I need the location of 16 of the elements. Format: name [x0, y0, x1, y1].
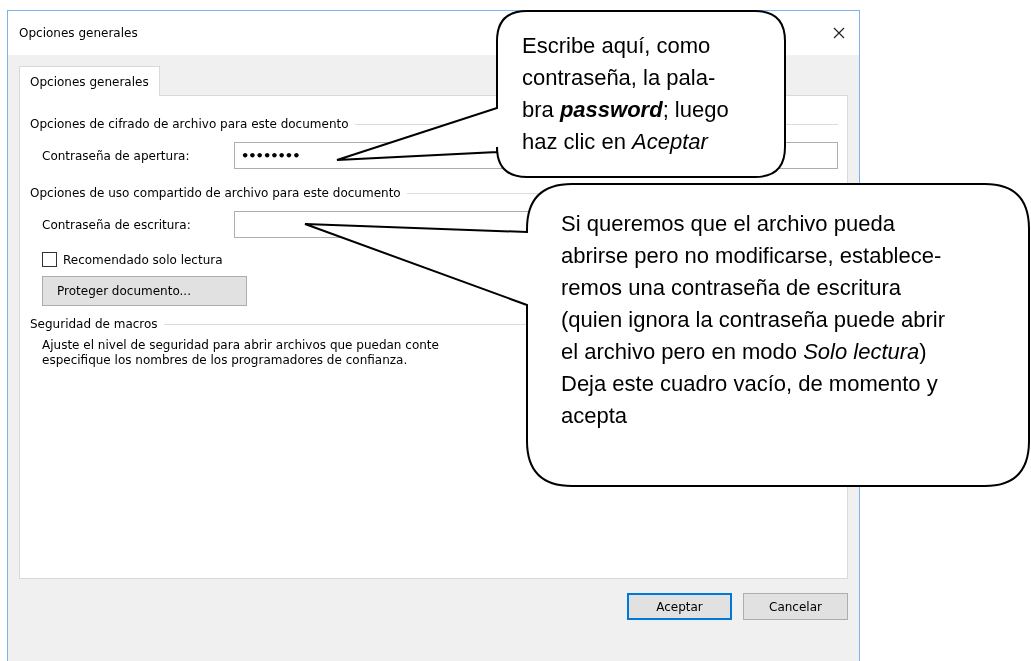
description-text: Ajuste el nivel de seguridad para abrir archivos que puedan conte especifique los nombres de los programadores de confianza.: [42, 338, 439, 368]
field-label: Contraseña de apertura:: [42, 148, 191, 163]
window-title: Opciones generales: [19, 26, 138, 40]
section-heading: Seguridad de macros: [30, 317, 158, 331]
checkbox-label[interactable]: Recomendado solo lectura: [63, 252, 223, 267]
section-heading: Opciones de uso compartido de archivo para este documento: [30, 186, 401, 200]
tab[interactable]: Opciones generales: [19, 66, 160, 96]
callout-text: Si queremos que el archivo pueda abrirse pero no modificarse, establece- remos una contraseña de escritura (quien ignora la contraseña puede abrir el archivo pero en modo Solo lectura) Deja este cuadro vacío, de momento y acepta: [561, 210, 946, 430]
checkbox[interactable]: [42, 252, 57, 267]
dialog-button[interactable]: Cancelar: [743, 593, 848, 620]
field-label: Contraseña de escritura:: [42, 217, 192, 232]
protect-button[interactable]: Proteger documento...: [42, 276, 247, 306]
callout-text: Escribe aquí, como contraseña, la pala- bra password; luego haz clic en Aceptar: [522, 32, 729, 156]
dialog-button[interactable]: Aceptar: [627, 593, 732, 620]
close-icon[interactable]: [833, 27, 845, 39]
section-heading: Opciones de cifrado de archivo para este documento: [30, 117, 349, 131]
